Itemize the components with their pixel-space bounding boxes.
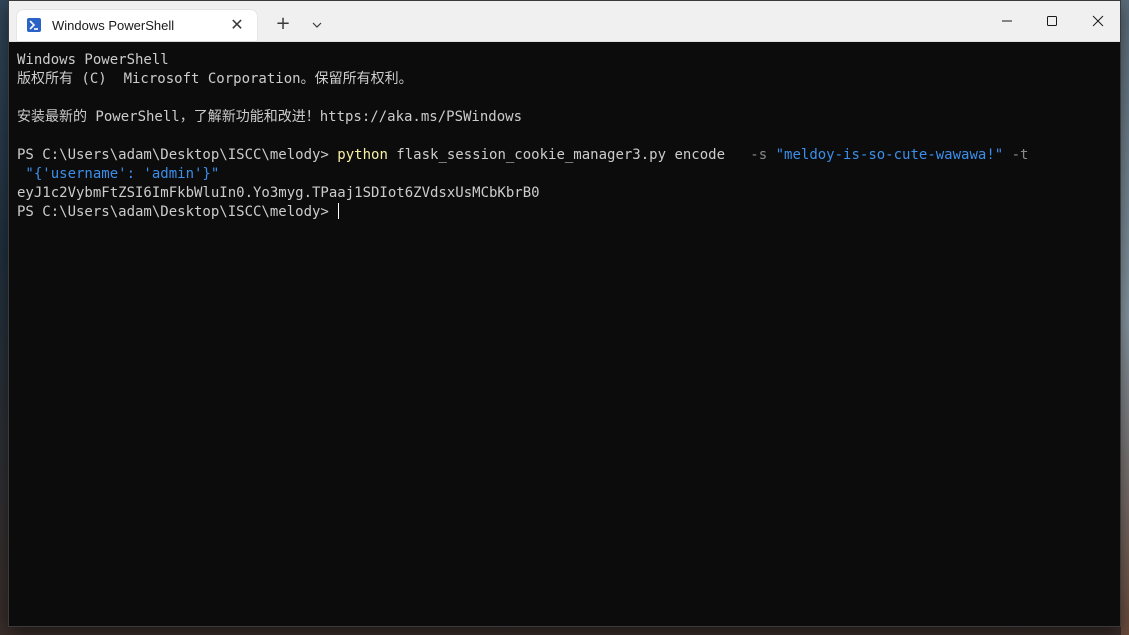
current-prompt-line: PS C:\Users\adam\Desktop\ISCC\melody> [17, 203, 340, 222]
new-tab-button[interactable]: + [269, 13, 297, 37]
command-output: eyJ1c2VybmFtZSI6ImFkbWluIn0.Yo3myg.TPaaj… [17, 185, 540, 201]
title-bar[interactable]: Windows PowerShell ✕ + [9, 1, 1120, 42]
update-notice-line: 安装最新的 PowerShell，了解新功能和改进！https://aka.ms… [17, 109, 523, 125]
text-cursor [338, 203, 340, 219]
command-line-continuation: "{'username': 'admin'}" [17, 165, 219, 184]
secret-string: "meldoy-is-so-cute-wawawa!" [775, 147, 1004, 163]
minimize-icon [1002, 20, 1012, 22]
parameter-t: -t [1003, 147, 1029, 163]
console-header-line: Windows PowerShell [17, 52, 169, 68]
command-line: PS C:\Users\adam\Desktop\ISCC\melody> py… [17, 146, 1028, 165]
maximize-button[interactable] [1029, 1, 1075, 41]
terminal-window: Windows PowerShell ✕ + Windows PowerShel… [8, 0, 1121, 627]
tab-title: Windows PowerShell [52, 18, 175, 33]
payload-string: "{'username': 'admin'}" [17, 166, 220, 182]
minimize-button[interactable] [984, 1, 1030, 41]
close-tab-icon[interactable]: ✕ [228, 16, 246, 34]
close-button[interactable] [1075, 1, 1121, 41]
maximize-icon [1047, 16, 1057, 26]
chevron-down-icon[interactable] [305, 13, 329, 37]
terminal-content[interactable]: Windows PowerShell 版权所有 (C) Microsoft Co… [9, 42, 1120, 626]
copyright-line: 版权所有 (C) Microsoft Corporation。保留所有权利。 [17, 71, 413, 87]
powershell-icon [27, 18, 41, 32]
desktop-background-edge [1121, 0, 1129, 635]
close-icon [1092, 15, 1104, 27]
tab-windows-powershell[interactable]: Windows PowerShell ✕ [17, 10, 257, 41]
prompt: PS C:\Users\adam\Desktop\ISCC\melody> [17, 204, 338, 220]
command-name: python [337, 147, 388, 163]
command-arguments: flask_session_cookie_manager3.py encode [387, 147, 734, 163]
prompt: PS C:\Users\adam\Desktop\ISCC\melody> [17, 147, 338, 163]
parameter-s: -s [733, 147, 776, 163]
